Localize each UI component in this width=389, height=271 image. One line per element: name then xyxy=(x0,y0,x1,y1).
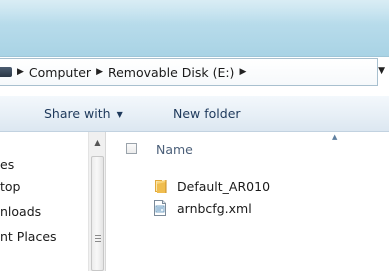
computer-icon[interactable] xyxy=(0,67,12,77)
select-all-checkbox[interactable] xyxy=(126,143,137,154)
breadcrumb-removable-disk[interactable]: Removable Disk (E:) xyxy=(108,65,234,80)
navigation-scrollbar[interactable]: ▲ xyxy=(88,132,106,271)
file-name: Default_AR010 xyxy=(177,178,271,194)
command-bar: Share with ▼ New folder xyxy=(0,96,389,132)
list-item[interactable]: Default_AR010 xyxy=(152,176,270,196)
file-list: Name ▲ Default_AR010 arnbcfg.xml xyxy=(106,132,389,271)
title-bar-shine xyxy=(0,0,389,24)
nav-item-recent-places[interactable]: nt Places xyxy=(0,229,57,244)
navigation-pane: es top nloads nt Places xyxy=(0,132,90,271)
chevron-down-icon: ▼ xyxy=(116,110,123,119)
scrollbar-grip-icon xyxy=(95,235,101,242)
nav-item-favorites[interactable]: es xyxy=(0,157,14,172)
breadcrumb-separator-icon[interactable]: ▶ xyxy=(96,67,103,77)
nav-item-desktop[interactable]: top xyxy=(0,179,20,194)
list-item[interactable]: arnbcfg.xml xyxy=(152,198,252,218)
nav-item-downloads[interactable]: nloads xyxy=(0,204,41,219)
breadcrumb-separator-icon[interactable]: ▶ xyxy=(17,67,24,77)
share-with-label: Share with xyxy=(44,106,111,121)
share-with-button[interactable]: Share with ▼ xyxy=(44,106,123,121)
scrollbar-thumb[interactable] xyxy=(91,156,104,271)
sort-ascending-icon: ▲ xyxy=(332,133,338,141)
address-history-dropdown-icon[interactable]: ▼ xyxy=(378,66,385,76)
title-bar[interactable] xyxy=(0,0,389,57)
address-bar[interactable]: ▶ Computer ▶ Removable Disk (E:) ▶ ▼ xyxy=(0,58,385,86)
breadcrumb-separator-icon[interactable]: ▶ xyxy=(239,67,246,77)
file-name: arnbcfg.xml xyxy=(177,200,252,216)
folder-icon xyxy=(152,178,168,194)
xml-file-icon xyxy=(152,200,168,216)
scroll-up-icon[interactable]: ▲ xyxy=(90,136,105,150)
column-header-row: Name ▲ xyxy=(106,132,389,160)
column-header-name[interactable]: Name xyxy=(156,142,193,157)
breadcrumb-computer[interactable]: Computer xyxy=(29,65,91,80)
explorer-window: ▶ Computer ▶ Removable Disk (E:) ▶ ▼ Sha… xyxy=(0,0,389,271)
new-folder-button[interactable]: New folder xyxy=(173,106,241,121)
